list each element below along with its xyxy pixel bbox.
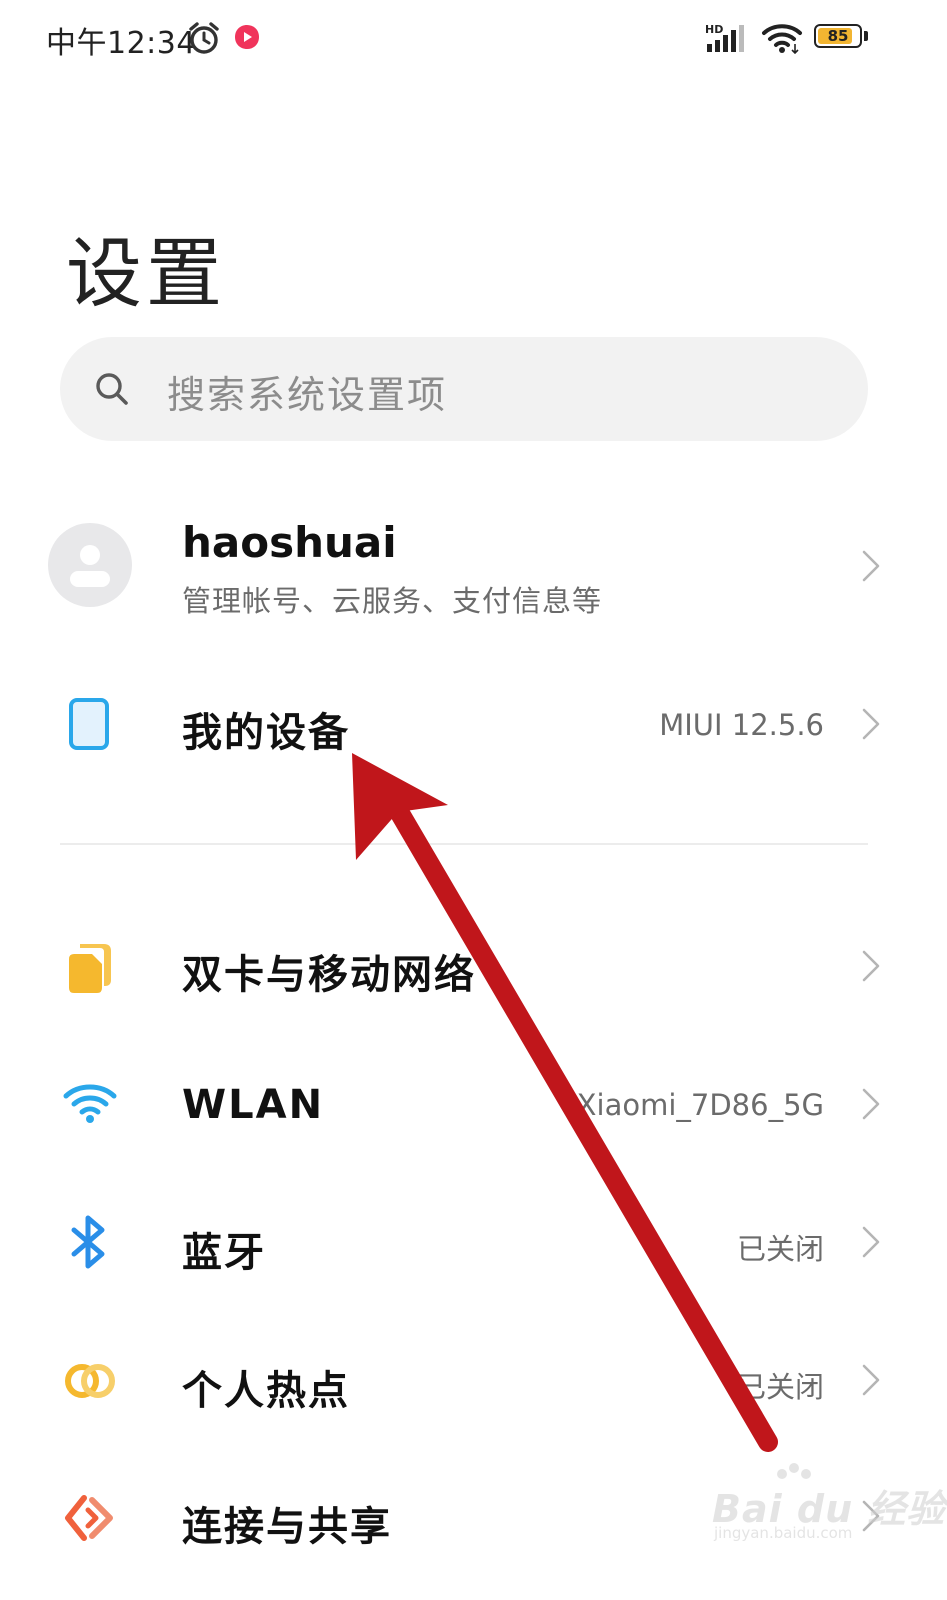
my-device-row[interactable]: 我的设备 MIUI 12.5.6 [0,660,947,790]
settings-row-label: 连接与共享 [182,1504,392,1550]
account-row[interactable]: haoshuai 管理帐号、云服务、支付信息等 [0,490,947,640]
section-divider [60,843,868,845]
my-device-label: 我的设备 [182,710,350,756]
settings-row-hotspot[interactable]: 个人热点 已关闭 [0,1316,947,1446]
chevron-right-icon [862,950,880,982]
avatar [48,523,132,607]
settings-screen: 中午12:34 HD 85 设置 搜索系统设置项 haoshuai 管理帐号、云… [0,0,947,1600]
signal-icon: HD [705,23,744,52]
chevron-right-icon [862,1364,880,1396]
alarm-icon [189,22,219,54]
status-time: 中午12:34 [46,26,196,61]
app-notification-icon [235,25,259,49]
baidu-jingyan-watermark: Bai du 经验 jingyan.baidu.com [700,1460,944,1550]
search-placeholder: 搜索系统设置项 [167,373,448,417]
my-device-value: MIUI 12.5.6 [659,708,824,742]
signal-hd-label: HD [705,23,723,36]
settings-row-label: 个人热点 [182,1368,350,1414]
wifi-icon [762,24,802,54]
status-bar: 中午12:34 HD 85 [0,0,947,80]
chevron-right-icon [862,1088,880,1120]
battery-body: 85 [814,24,862,48]
wifi-icon [63,1084,117,1123]
account-name: haoshuai [182,518,397,567]
settings-row-label: WLAN [182,1082,325,1128]
settings-row-bluetooth[interactable]: 蓝牙 已关闭 [0,1178,947,1308]
person-icon [70,545,110,587]
watermark-sub: jingyan.baidu.com [714,1524,853,1542]
phone-device-icon [69,698,109,750]
settings-row-sim[interactable]: 双卡与移动网络 [0,900,947,1030]
settings-row-label: 双卡与移动网络 [182,952,476,998]
settings-row-label: 蓝牙 [182,1230,266,1276]
bluetooth-icon [71,1215,105,1269]
battery-level: 85 [827,27,849,45]
chevron-right-icon [862,550,880,582]
settings-row-value: Xiaomi_7D86_5G [576,1088,824,1122]
settings-row-value: 已关闭 [736,1232,824,1266]
account-subtitle: 管理帐号、云服务、支付信息等 [182,584,603,618]
battery-tip [864,31,868,41]
page-title: 设置 [66,229,226,318]
hotspot-icon [65,1364,115,1398]
connection-sharing-icon [65,1495,113,1541]
battery-icon: 85 [814,24,868,52]
sim-card-icon [69,944,111,993]
settings-row-value: 已关闭 [736,1370,824,1404]
chevron-right-icon [862,1226,880,1258]
search-icon [96,373,128,405]
chevron-right-icon [862,708,880,740]
settings-row-wlan[interactable]: WLAN Xiaomi_7D86_5G [0,1040,947,1170]
